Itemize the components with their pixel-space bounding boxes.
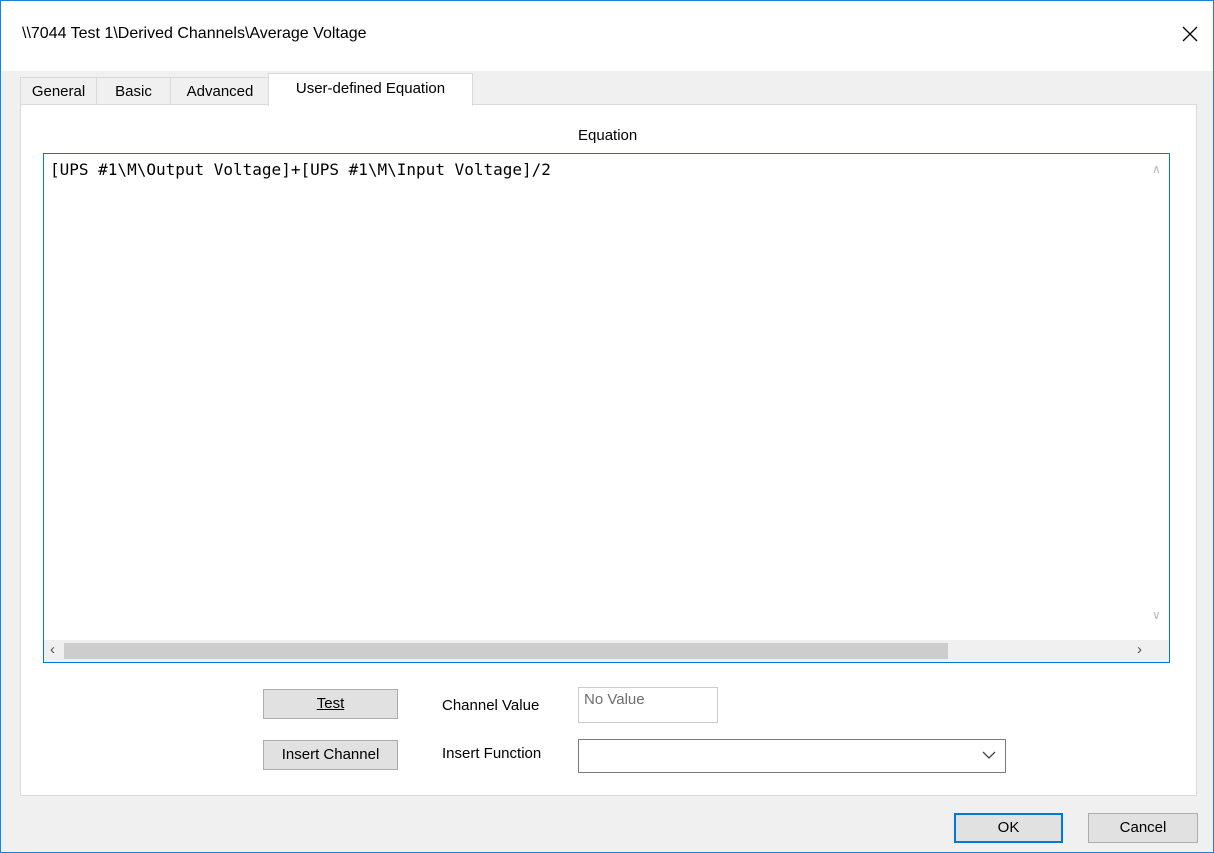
close-button[interactable] — [1167, 11, 1213, 57]
arrow-left-icon[interactable]: ‹ — [50, 641, 55, 658]
arrow-up-icon[interactable]: ∧ — [1152, 162, 1161, 176]
close-icon — [1182, 26, 1198, 42]
arrow-down-icon[interactable]: ∨ — [1152, 608, 1161, 622]
chevron-down-icon — [982, 751, 996, 759]
tab-general[interactable]: General — [20, 77, 97, 105]
channel-value-text: No Value — [584, 691, 645, 708]
insert-function-dropdown[interactable] — [578, 739, 1006, 773]
insert-function-label: Insert Function — [442, 745, 542, 762]
cancel-button[interactable]: Cancel — [1088, 813, 1198, 843]
vertical-scrollbar[interactable]: ∧ ∨ — [1147, 154, 1169, 630]
channel-value-label: Channel Value — [442, 697, 540, 714]
equation-editor[interactable]: [UPS #1\M\Output Voltage]+[UPS #1\M\Inpu… — [43, 153, 1170, 663]
tab-user-defined-equation[interactable]: User-defined Equation — [268, 73, 473, 106]
scroll-corner — [1147, 640, 1169, 662]
window-title: \\7044 Test 1\Derived Channels\Average V… — [22, 25, 367, 42]
arrow-right-icon[interactable]: › — [1137, 641, 1142, 658]
equation-text[interactable]: [UPS #1\M\Output Voltage]+[UPS #1\M\Inpu… — [50, 160, 551, 179]
channel-value-field: No Value — [578, 687, 718, 723]
insert-channel-button[interactable]: Insert Channel — [263, 740, 398, 770]
equation-label: Equation — [578, 127, 638, 144]
insert-channel-label: Insert Channel — [281, 746, 380, 763]
test-button[interactable]: Test — [263, 689, 398, 719]
derived-channel-dialog: \\7044 Test 1\Derived Channels\Average V… — [0, 0, 1214, 853]
horizontal-scrollbar[interactable]: ‹ › — [44, 640, 1148, 662]
test-button-label: Test — [316, 695, 345, 712]
tab-advanced[interactable]: Advanced — [170, 77, 270, 105]
ok-button[interactable]: OK — [954, 813, 1063, 843]
horizontal-scroll-thumb[interactable] — [64, 643, 948, 659]
title-bar: \\7044 Test 1\Derived Channels\Average V… — [1, 1, 1213, 71]
tab-basic[interactable]: Basic — [96, 77, 171, 105]
